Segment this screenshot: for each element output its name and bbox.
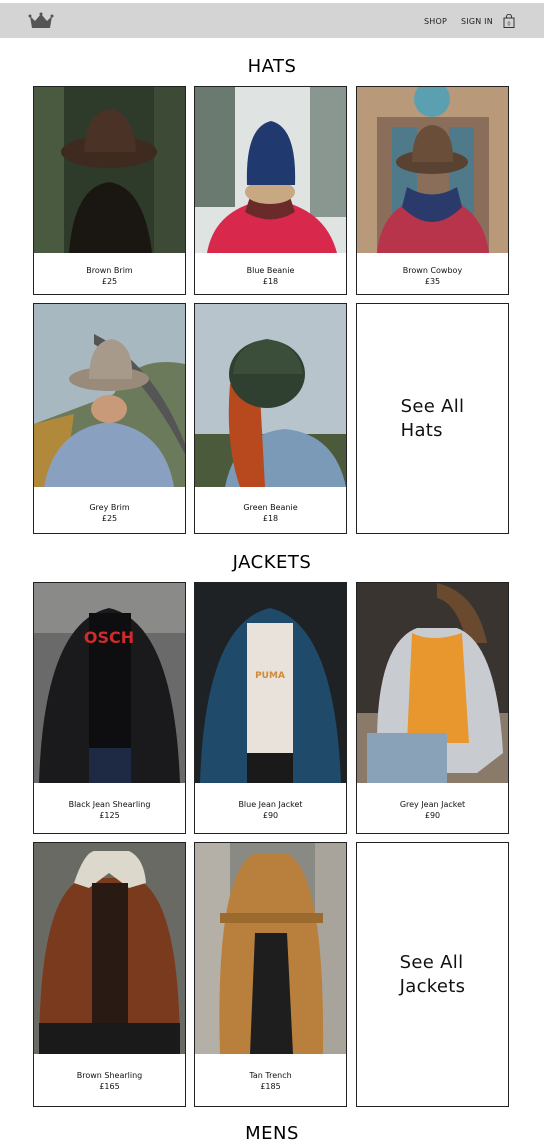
product-price: £18 xyxy=(262,514,279,523)
section-title-hats: HATS xyxy=(247,56,297,77)
product-image xyxy=(195,87,346,253)
product-name: Brown Cowboy xyxy=(402,266,463,275)
product-price: £90 xyxy=(262,811,279,820)
section-title-mens: MENS xyxy=(245,1123,299,1144)
product-image xyxy=(357,87,508,253)
product-price: £90 xyxy=(424,811,441,820)
product-name: Green Beanie xyxy=(243,503,298,512)
product-name: Blue Beanie xyxy=(246,266,295,275)
product-price: £125 xyxy=(99,811,120,820)
see-all-jackets-button[interactable]: See All Jackets xyxy=(356,842,509,1107)
product-card[interactable]: Green Beanie £18 xyxy=(194,303,347,534)
svg-text:0: 0 xyxy=(507,22,510,28)
product-price: £35 xyxy=(424,277,441,286)
product-image xyxy=(34,843,185,1054)
top-nav-bar: SHOP SIGN IN 0 xyxy=(0,3,544,38)
product-name: Grey Brim xyxy=(89,503,130,512)
product-price: £25 xyxy=(101,277,118,286)
see-all-hats-label: See All Hats xyxy=(400,395,465,441)
product-image: PUMA xyxy=(195,583,346,783)
svg-text:PUMA: PUMA xyxy=(255,671,285,681)
product-price: £165 xyxy=(99,1082,120,1091)
product-name: Black Jean Shearling xyxy=(68,800,151,809)
product-image xyxy=(195,843,346,1054)
svg-text:OSCH: OSCH xyxy=(84,628,134,647)
product-card[interactable]: Brown Shearling £165 xyxy=(33,842,186,1107)
product-image xyxy=(195,304,346,487)
product-image xyxy=(357,583,508,783)
crown-icon[interactable] xyxy=(28,11,54,31)
product-card[interactable]: PUMA Blue Jean Jacket £90 xyxy=(194,582,347,834)
product-card[interactable]: Brown Cowboy £35 xyxy=(356,86,509,295)
product-name: Grey Jean Jacket xyxy=(399,800,466,809)
section-title-jackets: JACKETS xyxy=(232,552,312,573)
see-all-hats-button[interactable]: See All Hats xyxy=(356,303,509,534)
product-card[interactable]: OSCH Black Jean Shearling £125 xyxy=(33,582,186,834)
product-image: OSCH xyxy=(34,583,185,783)
product-card[interactable]: Tan Trench £185 xyxy=(194,842,347,1107)
product-card[interactable]: Grey Jean Jacket £90 xyxy=(356,582,509,834)
nav-sign-in-link[interactable]: SIGN IN xyxy=(461,17,493,26)
product-card[interactable]: Brown Brim £25 xyxy=(33,86,186,295)
product-name: Blue Jean Jacket xyxy=(238,800,303,809)
see-all-jackets-label: See All Jackets xyxy=(399,951,466,997)
nav-shop-link[interactable]: SHOP xyxy=(424,17,447,26)
product-name: Brown Brim xyxy=(86,266,133,275)
product-price: £25 xyxy=(101,514,118,523)
product-image xyxy=(34,87,185,253)
product-price: £18 xyxy=(262,277,279,286)
product-name: Brown Shearling xyxy=(76,1071,143,1080)
product-image xyxy=(34,304,185,487)
product-price: £185 xyxy=(260,1082,281,1091)
product-name: Tan Trench xyxy=(249,1071,292,1080)
product-card[interactable]: Grey Brim £25 xyxy=(33,303,186,534)
product-card[interactable]: Blue Beanie £18 xyxy=(194,86,347,295)
shopping-bag-icon[interactable]: 0 xyxy=(503,14,515,28)
